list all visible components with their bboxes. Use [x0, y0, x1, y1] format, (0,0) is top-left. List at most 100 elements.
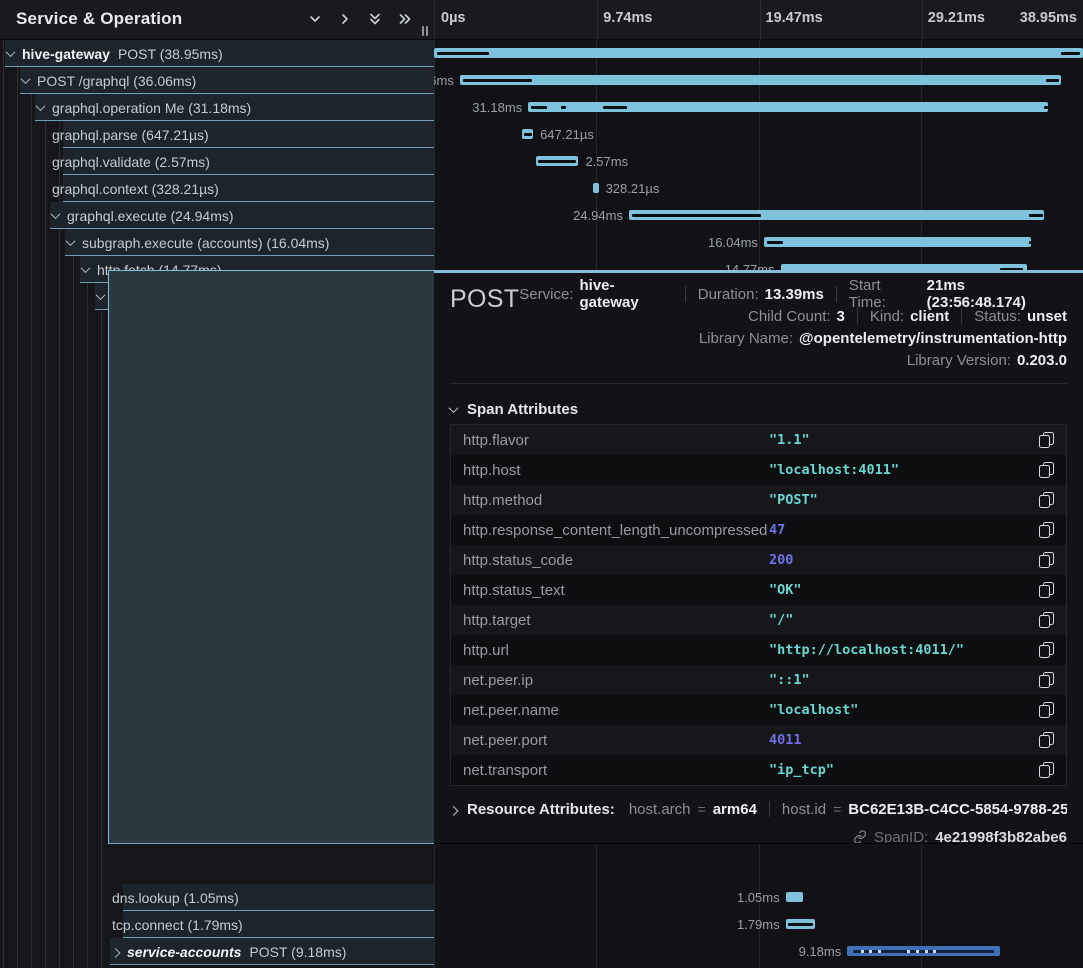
meta-value: 13.39ms: [765, 286, 824, 303]
meta-key: Kind:: [870, 308, 904, 325]
chevron-down-icon[interactable]: [96, 290, 106, 300]
resource-attributes-row[interactable]: Resource Attributes: host.arch=arm64host…: [450, 799, 1067, 819]
span-tree-row[interactable]: graphql.execute (24.94ms): [0, 202, 434, 229]
span-bar-row[interactable]: [434, 40, 1083, 67]
span-duration-bar[interactable]: [522, 129, 533, 139]
chevron-down-icon[interactable]: [36, 101, 46, 111]
span-tree-row[interactable]: subgraph.execute (accounts) (16.04ms): [0, 229, 434, 256]
copy-icon[interactable]: [1039, 612, 1054, 628]
chevron-down-icon[interactable]: [449, 403, 459, 413]
span-duration-bar[interactable]: [847, 946, 1000, 956]
copy-icon[interactable]: [1039, 762, 1054, 778]
timeline-tick-label: 38.95ms: [1020, 10, 1077, 26]
attribute-key: http.host: [451, 462, 769, 479]
copy-icon[interactable]: [1039, 582, 1054, 598]
expand-all-icon[interactable]: [398, 12, 414, 28]
collapse-one-icon[interactable]: [308, 12, 324, 28]
span-tree-row[interactable]: dns.lookup (1.05ms): [0, 884, 434, 911]
span-duration-bar[interactable]: [786, 919, 816, 929]
span-operation-label: graphql.operation Me (31.18ms): [52, 100, 251, 116]
chevron-down-icon[interactable]: [51, 209, 61, 219]
attribute-value: "http://localhost:4011/": [769, 642, 1039, 658]
chevron-down-icon[interactable]: [21, 74, 31, 84]
span-tree-row[interactable]: graphql.operation Me (31.18ms): [0, 94, 434, 121]
chevron-down-icon[interactable]: [81, 263, 91, 273]
span-bar-row[interactable]: 36.06ms: [434, 67, 1083, 94]
span-row-content: graphql.operation Me (31.18ms): [37, 94, 251, 121]
span-duration-bar[interactable]: [536, 156, 579, 166]
chevron-down-icon[interactable]: [66, 236, 76, 246]
span-operation-label: POST (9.18ms): [249, 944, 346, 960]
span-duration-label: 2.57ms: [585, 148, 628, 175]
chevron-right-icon[interactable]: [450, 805, 458, 815]
attribute-value: 4011: [769, 732, 1039, 748]
attribute-row: http.response_content_length_uncompresse…: [451, 515, 1066, 545]
copy-icon[interactable]: [1039, 732, 1054, 748]
copy-icon[interactable]: [1039, 432, 1054, 448]
expand-one-icon[interactable]: [338, 12, 354, 28]
span-duration-label: 1.05ms: [737, 884, 780, 911]
span-bar-row[interactable]: 16.04ms: [434, 229, 1083, 256]
copy-icon[interactable]: [1039, 522, 1054, 538]
copy-icon[interactable]: [1039, 492, 1054, 508]
meta-key: Status:: [974, 308, 1021, 325]
span-bar-row[interactable]: 2.57ms: [434, 148, 1083, 175]
span-operation-label: graphql.execute (24.94ms): [67, 208, 234, 224]
span-bar-row[interactable]: 31.18ms: [434, 94, 1083, 121]
meta-value: client: [910, 308, 949, 325]
span-tree-row[interactable]: hive-gatewayPOST (38.95ms): [0, 40, 434, 67]
span-duration-bar[interactable]: [460, 75, 1061, 85]
attribute-value: "localhost": [769, 702, 1039, 718]
span-bar-row[interactable]: 24.94ms: [434, 202, 1083, 229]
copy-icon[interactable]: [1039, 552, 1054, 568]
span-row-content: graphql.execute (24.94ms): [52, 202, 234, 229]
copy-icon[interactable]: [1039, 702, 1054, 718]
child-span-marker: [561, 106, 566, 109]
span-tree-row[interactable]: service-accountsPOST (9.18ms): [0, 938, 434, 965]
span-attributes-header[interactable]: Span Attributes: [450, 400, 1067, 418]
meta-value: unset: [1027, 308, 1067, 325]
copy-icon[interactable]: [1039, 642, 1054, 658]
span-tree-row[interactable]: graphql.context (328.21µs): [0, 175, 434, 202]
attribute-value: 47: [769, 522, 1039, 538]
panel-resize-grip[interactable]: [422, 26, 428, 36]
span-duration-bar[interactable]: [593, 183, 598, 193]
span-tree-row[interactable]: tcp.connect (1.79ms): [0, 911, 434, 938]
meta-key: Library Name:: [699, 330, 793, 347]
span-tree-row[interactable]: POST /graphql (36.06ms): [0, 67, 434, 94]
meta-separator: [857, 308, 858, 324]
copy-icon[interactable]: [1039, 672, 1054, 688]
attribute-value: "OK": [769, 582, 1039, 598]
span-duration-label: 16.04ms: [708, 229, 758, 256]
span-duration-bar[interactable]: [434, 48, 1083, 58]
span-detail-panel: POST Service:hive-gatewayDuration:13.39m…: [434, 270, 1083, 844]
attribute-value: "POST": [769, 492, 1039, 508]
span-bar-row[interactable]: 328.21µs: [434, 175, 1083, 202]
span-tree-row[interactable]: graphql.parse (647.21µs): [0, 121, 434, 148]
attribute-row: http.host"localhost:4011": [451, 455, 1066, 485]
span-operation-label: graphql.parse (647.21µs): [52, 127, 209, 143]
span-duration-bar[interactable]: [528, 102, 1048, 112]
span-title: POST: [450, 283, 519, 314]
span-duration-bar[interactable]: [764, 237, 1031, 247]
resource-key: host.arch: [629, 801, 691, 818]
copy-icon[interactable]: [1039, 462, 1054, 478]
resource-attributes-values: host.arch=arm64host.id=BC62E13B-C4CC-585…: [629, 801, 1067, 818]
span-bar-row[interactable]: 9.18ms: [434, 938, 1083, 965]
attribute-key: http.method: [451, 492, 769, 509]
child-span-marker: [437, 52, 489, 55]
chevron-right-icon[interactable]: [111, 948, 121, 958]
attribute-row: http.target"/": [451, 605, 1066, 635]
span-bar-row[interactable]: 1.79ms: [434, 911, 1083, 938]
span-tree-row[interactable]: graphql.validate (2.57ms): [0, 148, 434, 175]
chevron-down-icon[interactable]: [6, 47, 16, 57]
collapse-all-icon[interactable]: [368, 12, 384, 28]
child-span-marker: [1044, 106, 1048, 109]
span-duration-bar[interactable]: [786, 892, 803, 902]
timeline-gridline: [760, 0, 761, 40]
span-row-content: subgraph.execute (accounts) (16.04ms): [67, 229, 329, 256]
attribute-key: http.status_code: [451, 552, 769, 569]
span-duration-bar[interactable]: [629, 210, 1045, 220]
span-bar-row[interactable]: 647.21µs: [434, 121, 1083, 148]
span-bar-row[interactable]: 1.05ms: [434, 884, 1083, 911]
